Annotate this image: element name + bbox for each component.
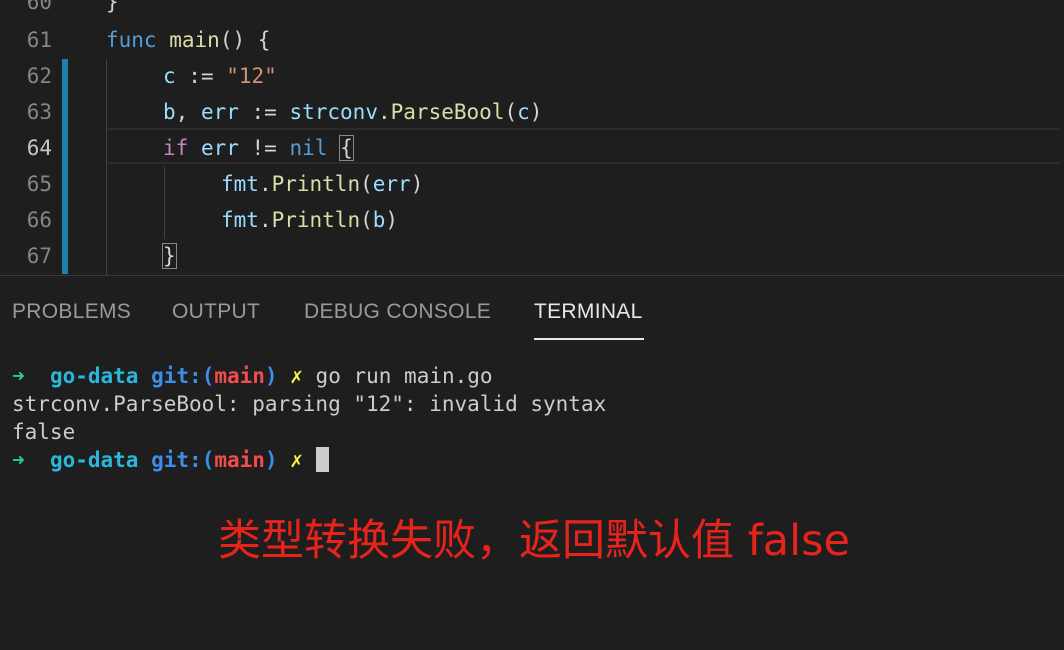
variable: c — [163, 64, 176, 88]
prompt-directory: go-data — [49, 364, 139, 388]
prompt-arrow-icon: ➜ — [12, 364, 25, 388]
annotation-text: 类型转换失败，返回默认值 false — [218, 516, 850, 566]
line-number: 65 — [26, 172, 52, 196]
punctuation: ) — [385, 208, 399, 232]
tab-terminal[interactable]: TERMINAL — [534, 300, 643, 324]
keyword: if — [163, 136, 189, 160]
package-name: fmt — [221, 172, 259, 196]
tab-output[interactable]: OUTPUT — [172, 300, 260, 324]
keyword: func — [106, 28, 157, 52]
code-text: b, err := strconv.ParseBool(c) — [163, 94, 542, 130]
prompt-branch: main — [214, 364, 265, 388]
keyword: nil — [289, 136, 328, 160]
operator: := — [175, 64, 227, 88]
line-number: 66 — [26, 208, 52, 232]
function-name: Println — [271, 208, 361, 232]
code-text: fmt.Println(err) — [221, 166, 423, 202]
variable: b — [372, 208, 386, 232]
code-line[interactable]: 62 c := "12" — [0, 58, 1064, 94]
punctuation: ) — [529, 100, 543, 124]
dirty-mark-icon: ✗ — [290, 448, 303, 472]
prompt-git-label: git:( — [151, 364, 215, 388]
punctuation — [188, 136, 201, 160]
line-number: 64 — [26, 136, 52, 160]
operator: := — [238, 100, 290, 124]
code-line[interactable]: 65 fmt.Println(err) — [0, 166, 1064, 202]
prompt-arrow-icon: ➜ — [12, 448, 25, 472]
prompt-branch: main — [214, 448, 265, 472]
terminal-prompt-line[interactable]: ➜ go-data git:(main) ✗ — [12, 446, 329, 474]
tab-debug-console[interactable]: DEBUG CONSOLE — [304, 300, 491, 324]
terminal-command: go run main.go — [315, 364, 493, 388]
code-text: func main() { — [106, 22, 270, 58]
variable: err — [200, 136, 239, 160]
line-number: 67 — [26, 244, 52, 268]
code-text: } — [106, 0, 119, 14]
line-number: 60 — [26, 0, 52, 14]
code-line[interactable]: 61 func main() { — [0, 22, 1064, 58]
punctuation: () { — [219, 28, 271, 52]
terminal-output-line: false — [12, 420, 76, 444]
punctuation: . — [377, 100, 391, 124]
prompt-directory: go-data — [49, 448, 139, 472]
punctuation: ( — [360, 208, 373, 232]
package-name: strconv — [289, 100, 378, 124]
punctuation: . — [258, 172, 272, 196]
code-line[interactable]: 63 b, err := strconv.ParseBool(c) — [0, 94, 1064, 130]
code-line[interactable]: 60 } — [0, 0, 1064, 20]
variable: c — [517, 100, 530, 124]
punctuation: ( — [360, 172, 373, 196]
terminal-cursor — [315, 447, 329, 472]
line-number: 61 — [26, 28, 52, 52]
code-line[interactable]: 67 } — [0, 238, 1064, 274]
function-name: Println — [271, 172, 361, 196]
punctuation: . — [258, 208, 272, 232]
terminal-prompt-line: ➜ go-data git:(main) ✗ go run main.go — [12, 362, 493, 390]
prompt-git-close: ) — [264, 448, 278, 472]
prompt-git-close: ) — [264, 364, 278, 388]
function-name: ParseBool — [390, 100, 505, 124]
active-tab-indicator — [534, 338, 644, 340]
line-number: 63 — [26, 100, 52, 124]
package-name: fmt — [221, 208, 259, 232]
terminal-output-line: strconv.ParseBool: parsing "12": invalid… — [12, 392, 607, 416]
punctuation: , — [175, 100, 201, 124]
code-text: if err != nil { — [163, 130, 354, 166]
code-text: c := "12" — [163, 58, 277, 94]
code-text: } — [162, 238, 177, 274]
dirty-mark-icon: ✗ — [290, 364, 303, 388]
punctuation: ( — [504, 100, 518, 124]
punctuation: ) — [410, 172, 424, 196]
matched-bracket: } — [162, 243, 177, 269]
code-text: fmt.Println(b) — [221, 202, 398, 238]
code-editor[interactable]: 60 } 61 func main() { 62 c := "12" 63 b,… — [0, 0, 1064, 275]
variable: b — [163, 100, 176, 124]
matched-bracket: { — [339, 135, 354, 161]
string-literal: "12" — [226, 64, 277, 88]
variable: err — [200, 100, 239, 124]
operator: != — [238, 136, 290, 160]
line-number: 62 — [26, 64, 52, 88]
prompt-git-label: git:( — [151, 448, 215, 472]
code-line-current[interactable]: 64 if err != nil { — [0, 130, 1064, 166]
function-name: main — [169, 28, 220, 52]
variable: err — [372, 172, 411, 196]
bottom-panel: PROBLEMS OUTPUT DEBUG CONSOLE TERMINAL ➜… — [0, 275, 1064, 650]
code-line[interactable]: 66 fmt.Println(b) — [0, 202, 1064, 238]
tab-problems[interactable]: PROBLEMS — [12, 300, 131, 324]
